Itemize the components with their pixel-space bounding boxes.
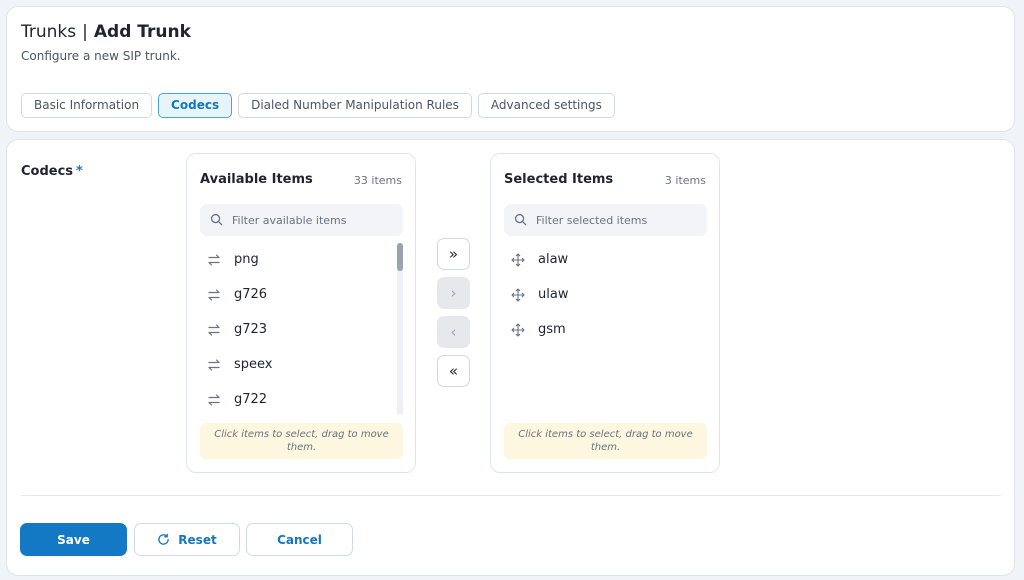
cancel-button[interactable]: Cancel: [246, 523, 353, 556]
move-right-button[interactable]: ›: [437, 277, 470, 309]
tab-bar: Basic Information Codecs Dialed Number M…: [21, 93, 615, 118]
list-item-label: g723: [234, 322, 268, 337]
search-icon: [210, 213, 223, 226]
scrollbar-thumb[interactable]: [397, 243, 403, 271]
tab-basic-information[interactable]: Basic Information: [21, 93, 153, 118]
available-items-count: 33 items: [353, 174, 402, 187]
selected-filter-input[interactable]: [536, 204, 701, 236]
list-item-label: ulaw: [538, 287, 569, 302]
codecs-card: Codecs* Available Items 33 items png g72…: [6, 139, 1015, 576]
codecs-field-label: Codecs *: [21, 164, 83, 179]
tab-codecs[interactable]: Codecs: [158, 93, 233, 118]
move-arrows-icon: [511, 287, 525, 302]
list-item-label: g726: [234, 287, 268, 302]
available-items-list: png g726 g723 speex g722: [200, 242, 405, 417]
reset-button[interactable]: Reset: [134, 523, 240, 556]
swap-arrows-icon: [208, 358, 220, 371]
codecs-label-text: Codecs: [21, 164, 74, 179]
list-item[interactable]: g722: [200, 382, 405, 417]
form-divider: [21, 495, 1001, 496]
available-drag-hint: Click items to select, drag to move them…: [200, 423, 403, 459]
available-filter-input[interactable]: [232, 204, 397, 236]
move-arrows-icon: [511, 252, 525, 267]
tab-advanced-settings[interactable]: Advanced settings: [477, 93, 615, 118]
list-item-label: gsm: [538, 322, 566, 337]
page-heading: Add Trunk: [93, 22, 191, 42]
list-item[interactable]: g726: [200, 277, 405, 312]
list-item-label: png: [234, 252, 259, 267]
list-item-label: alaw: [538, 252, 569, 267]
save-button[interactable]: Save: [20, 523, 127, 556]
available-list-scrollbar[interactable]: [397, 243, 403, 415]
swap-arrows-icon: [208, 323, 220, 336]
tab-dialed-number-manipulation-rules[interactable]: Dialed Number Manipulation Rules: [238, 93, 472, 118]
list-item[interactable]: g723: [200, 312, 405, 347]
list-item[interactable]: gsm: [504, 312, 709, 347]
selected-filter: [504, 204, 707, 236]
swap-arrows-icon: [208, 288, 220, 301]
selected-items-list: alaw ulaw gsm: [504, 242, 709, 417]
page-title: Trunks | Add Trunk: [21, 21, 191, 43]
list-item[interactable]: alaw: [504, 242, 709, 277]
page-subtitle: Configure a new SIP trunk.: [21, 49, 181, 63]
required-marker: *: [76, 164, 83, 179]
available-items-panel: Available Items 33 items png g726 g723: [186, 153, 416, 473]
swap-arrows-icon: [208, 253, 220, 266]
list-item-label: speex: [234, 357, 273, 372]
swap-arrows-icon: [208, 393, 220, 406]
cancel-button-label: Cancel: [277, 532, 322, 547]
selected-items-count: 3 items: [664, 174, 706, 187]
available-items-title: Available Items: [200, 172, 313, 187]
search-icon: [514, 213, 527, 226]
breadcrumb-separator: |: [82, 22, 88, 42]
refresh-icon: [158, 533, 170, 545]
move-left-button[interactable]: ‹: [437, 316, 470, 348]
move-all-left-button[interactable]: «: [437, 355, 470, 387]
header-card: Trunks | Add Trunk Configure a new SIP tru…: [6, 6, 1015, 132]
list-item[interactable]: speex: [200, 347, 405, 382]
move-arrows-icon: [511, 322, 525, 337]
list-item[interactable]: ulaw: [504, 277, 709, 312]
available-filter: [200, 204, 403, 236]
save-button-label: Save: [57, 532, 90, 547]
selected-items-panel: Selected Items 3 items alaw ulaw gsm Cli: [490, 153, 720, 473]
list-item-label: g722: [234, 392, 268, 407]
selected-items-title: Selected Items: [504, 172, 614, 187]
breadcrumb-trunks[interactable]: Trunks: [21, 22, 76, 42]
reset-button-label: Reset: [178, 532, 217, 547]
list-item[interactable]: png: [200, 242, 405, 277]
selected-drag-hint: Click items to select, drag to move them…: [504, 423, 707, 459]
move-all-right-button[interactable]: »: [437, 238, 470, 270]
